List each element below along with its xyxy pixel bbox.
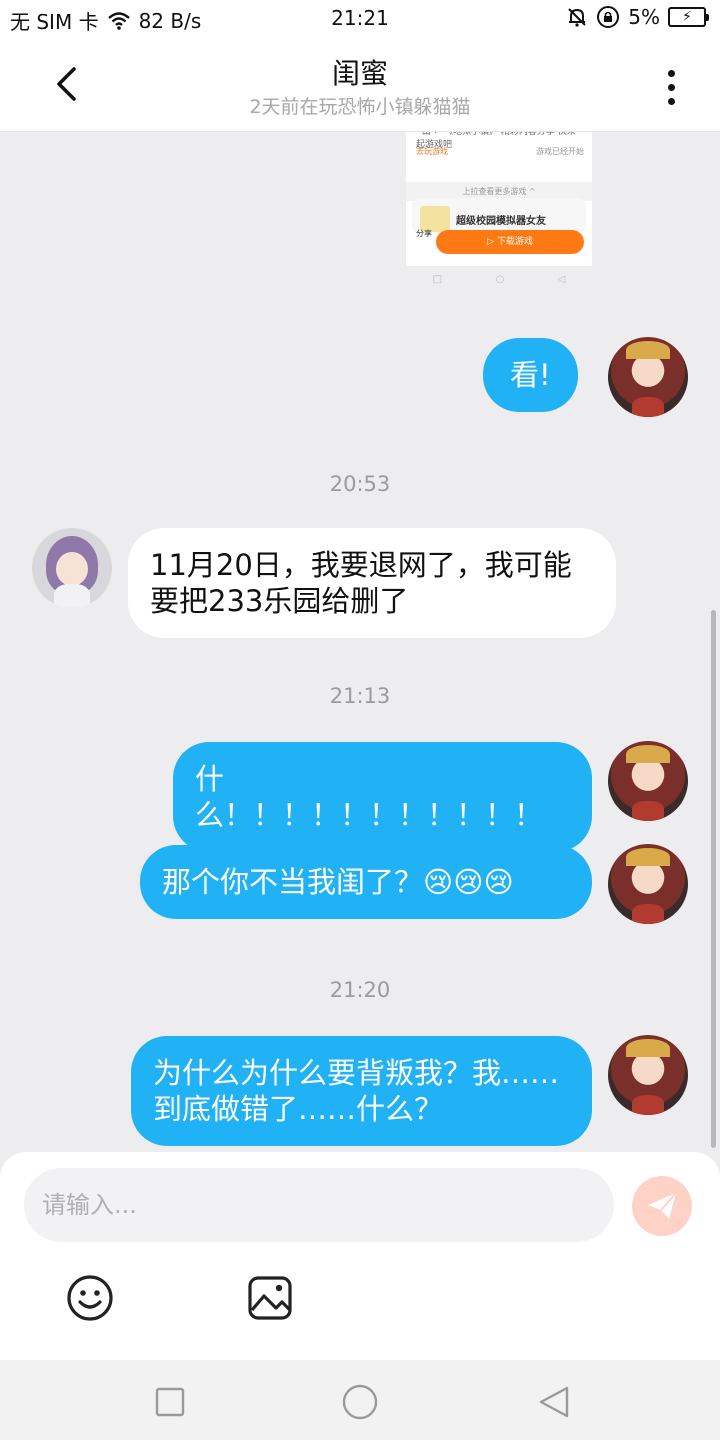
circle-icon: ○ [495,273,505,285]
chat-title: 闺蜜 [331,57,388,90]
avatar-me[interactable] [608,844,688,924]
battery-icon: ⚡ [668,7,709,27]
chat-header: 闺蜜 2天前在玩恐怖小镇躲猫猫 [0,38,720,132]
chat-subtitle: 2天前在玩恐怖小镇躲猫猫 [249,96,471,118]
game-title: 超级校园模拟器女友 [456,216,546,227]
timestamp: 21:13 [329,684,391,708]
shared-download-button: ▷ 下载游戏 [436,230,584,254]
recent-apps-button[interactable] [150,1382,190,1422]
timestamp: 21:20 [329,978,391,1002]
message-bubble-me[interactable]: 那个你不当我闺了？😢😢😢 [140,845,592,919]
square-icon [155,1387,185,1417]
image-button[interactable] [246,1274,294,1322]
shared-nav-icons: □ ○ ◁ [406,266,592,292]
send-button[interactable] [632,1176,692,1236]
message-input[interactable] [24,1168,614,1242]
message-bubble-me[interactable]: 看! [483,338,578,412]
square-icon: □ [432,273,443,285]
triangle-back-icon [539,1386,569,1418]
emoji-icon [67,1275,113,1321]
message-text-line: 要把233乐园给删了 [150,584,409,618]
mute-bell-icon [568,8,586,27]
message-bubble-me[interactable]: 什么！！！！！！！！！！！ [173,742,592,852]
back-nav-button[interactable] [534,1382,574,1422]
home-button[interactable] [340,1382,380,1422]
circle-icon [342,1384,378,1420]
image-icon [248,1276,292,1320]
avatar-me[interactable] [608,337,688,417]
message-list[interactable]: ʻ 山 ↩ 《地狱小镇》 精彩内容分享 快来一起游戏吧 去玩游戏 游戏已经开始 … [0,132,720,1152]
send-icon [648,1192,677,1219]
battery-percent: 5% [628,5,660,29]
more-options-button[interactable] [648,64,694,110]
avatar-friend[interactable] [32,528,112,608]
system-nav-bar [0,1360,720,1440]
shared-right-action: 游戏已经开始 [536,147,584,156]
status-bar: 无 SIM 卡 82 B/s 21:21 5% ⚡ [0,0,720,38]
emoji-button[interactable] [66,1274,114,1322]
shared-screenshot[interactable]: ʻ 山 ↩ 《地狱小镇》 精彩内容分享 快来一起游戏吧 去玩游戏 游戏已经开始 … [406,132,592,266]
rotation-lock-icon [597,6,620,28]
message-text-line: 到底做错了……什么？ [153,1092,444,1126]
more-vertical-icon [667,69,675,77]
avatar-me[interactable] [608,741,688,821]
shared-share-label: 分享 [416,229,432,238]
triangle-icon: ◁ [557,273,566,285]
shared-game-card: 超级校园模拟器女友 [412,198,586,234]
message-text-line: 11月20日，我要退网了，我可能 [150,548,572,582]
message-bubble-friend[interactable]: 11月20日，我要退网了，我可能 要把233乐园给删了 [128,528,616,638]
message-bubble-me[interactable]: 为什么为什么要背叛我？我…… 到底做错了……什么？ [131,1036,592,1146]
message-text-line: 为什么为什么要背叛我？我…… [153,1056,560,1090]
scrollbar[interactable] [711,610,716,1148]
timestamp: 20:53 [329,472,391,496]
input-panel [0,1152,720,1360]
avatar-me[interactable] [608,1035,688,1115]
shared-left-action: 去玩游戏 [416,147,448,156]
